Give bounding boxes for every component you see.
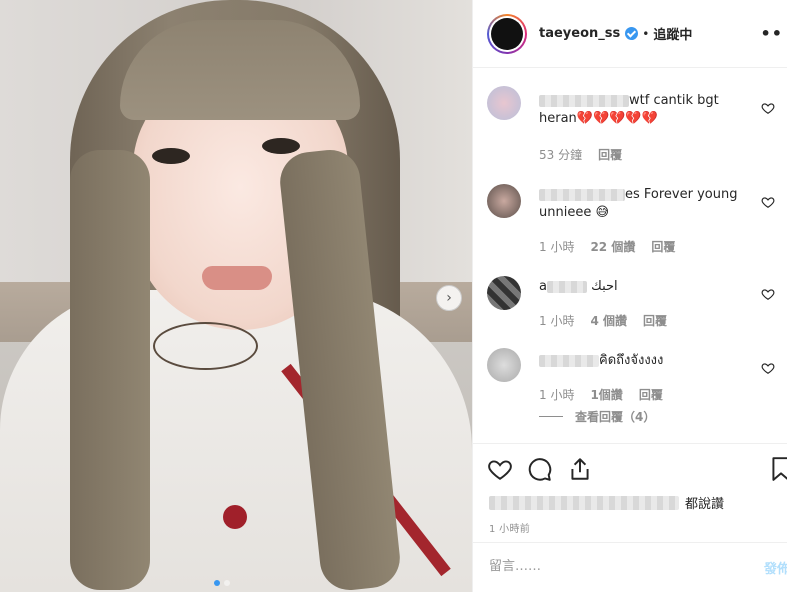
carousel-dot [214, 580, 220, 586]
share-icon[interactable] [567, 456, 593, 486]
like-comment-heart-icon[interactable] [761, 194, 775, 208]
post-side-panel: taeyeon_ss • 追蹤中 •• wtf cantik bgt heran… [472, 0, 787, 592]
verified-badge-icon [625, 27, 639, 40]
like-comment-heart-icon[interactable] [761, 286, 775, 300]
avatar[interactable] [487, 13, 527, 54]
chevron-right-icon: › [446, 290, 452, 306]
post-header: taeyeon_ss • 追蹤中 •• [473, 0, 787, 68]
comment-meta: 1 小時 22 個讚 回覆 [539, 238, 675, 255]
comment-bubble-icon[interactable] [527, 456, 553, 486]
liker-names-blurred[interactable] [489, 495, 679, 510]
more-options-icon[interactable]: •• [761, 24, 783, 43]
comment-text: a احبك [539, 279, 618, 294]
commenter-avatar[interactable] [487, 276, 521, 310]
comment-text: wtf cantik bgt heran💔💔💔💔💔 [539, 93, 719, 126]
like-comment-heart-icon[interactable] [761, 100, 775, 114]
photo-bangs [120, 20, 360, 120]
commenter-name-blurred[interactable] [546, 280, 587, 293]
comment-meta: 1 小時 1個讚 回覆 [539, 386, 663, 403]
photo-eye [262, 138, 300, 154]
commenter-avatar[interactable] [487, 184, 521, 218]
commenter-name-blurred[interactable] [539, 354, 599, 367]
photo-hair-strand [70, 150, 150, 590]
carousel-dot [224, 580, 230, 586]
comment-meta: 1 小時 4 個讚 回覆 [539, 312, 667, 329]
action-icons [487, 456, 593, 486]
comment-time[interactable]: 53 分鐘 [539, 146, 582, 163]
photo-shirt-button [223, 505, 247, 529]
post-actions: 都說讚 1 小時前 發佈 [473, 443, 787, 588]
comment-likes-count[interactable]: 22 個讚 [590, 238, 635, 255]
comment-likes-count[interactable]: 1個讚 [590, 386, 622, 403]
comment-likes-count[interactable]: 4 個讚 [590, 312, 627, 329]
avatar-image [491, 17, 523, 50]
like-comment-heart-icon[interactable] [761, 360, 775, 374]
commenter-name-blurred[interactable] [539, 94, 629, 107]
following-button[interactable]: 追蹤中 [653, 24, 692, 43]
view-replies-button[interactable]: 查看回覆（4） [539, 408, 655, 425]
commenter-avatar[interactable] [487, 86, 521, 120]
reply-button[interactable]: 回覆 [651, 238, 675, 255]
like-heart-icon[interactable] [487, 456, 513, 486]
post-timestamp[interactable]: 1 小時前 [489, 520, 530, 535]
comment-input[interactable] [489, 558, 739, 574]
comments-list: wtf cantik bgt heran💔💔💔💔💔 53 分鐘 回覆 es Fo… [473, 68, 787, 443]
comment-text: es Forever young unnieee 😅 [539, 187, 738, 220]
reply-button[interactable]: 回覆 [639, 386, 663, 403]
comment-time[interactable]: 1 小時 [539, 312, 574, 329]
reply-button[interactable]: 回覆 [643, 312, 667, 329]
reply-button[interactable]: 回覆 [598, 146, 622, 163]
comment-time[interactable]: 1 小時 [539, 238, 574, 255]
photo-lips [202, 266, 272, 290]
post-comment-button[interactable]: 發佈 [764, 558, 787, 577]
divider-line [539, 416, 563, 417]
comment-meta: 53 分鐘 回覆 [539, 146, 622, 163]
header-separator: • [642, 26, 650, 41]
post-photo[interactable]: › [0, 0, 472, 592]
commenter-avatar[interactable] [487, 348, 521, 382]
likes-summary[interactable]: 都說讚 [489, 493, 724, 512]
username-link[interactable]: taeyeon_ss [539, 26, 620, 41]
photo-glasses [153, 322, 258, 370]
bookmark-icon[interactable] [770, 456, 787, 486]
add-comment-bar: 發佈 [473, 542, 787, 589]
commenter-name-blurred[interactable] [539, 188, 625, 201]
photo-eye [152, 148, 190, 164]
comment-time[interactable]: 1 小時 [539, 386, 574, 403]
carousel-next-button[interactable]: › [436, 285, 462, 311]
comment-text: คิดถึงจังงงง [539, 352, 739, 370]
carousel-dots [214, 580, 230, 586]
